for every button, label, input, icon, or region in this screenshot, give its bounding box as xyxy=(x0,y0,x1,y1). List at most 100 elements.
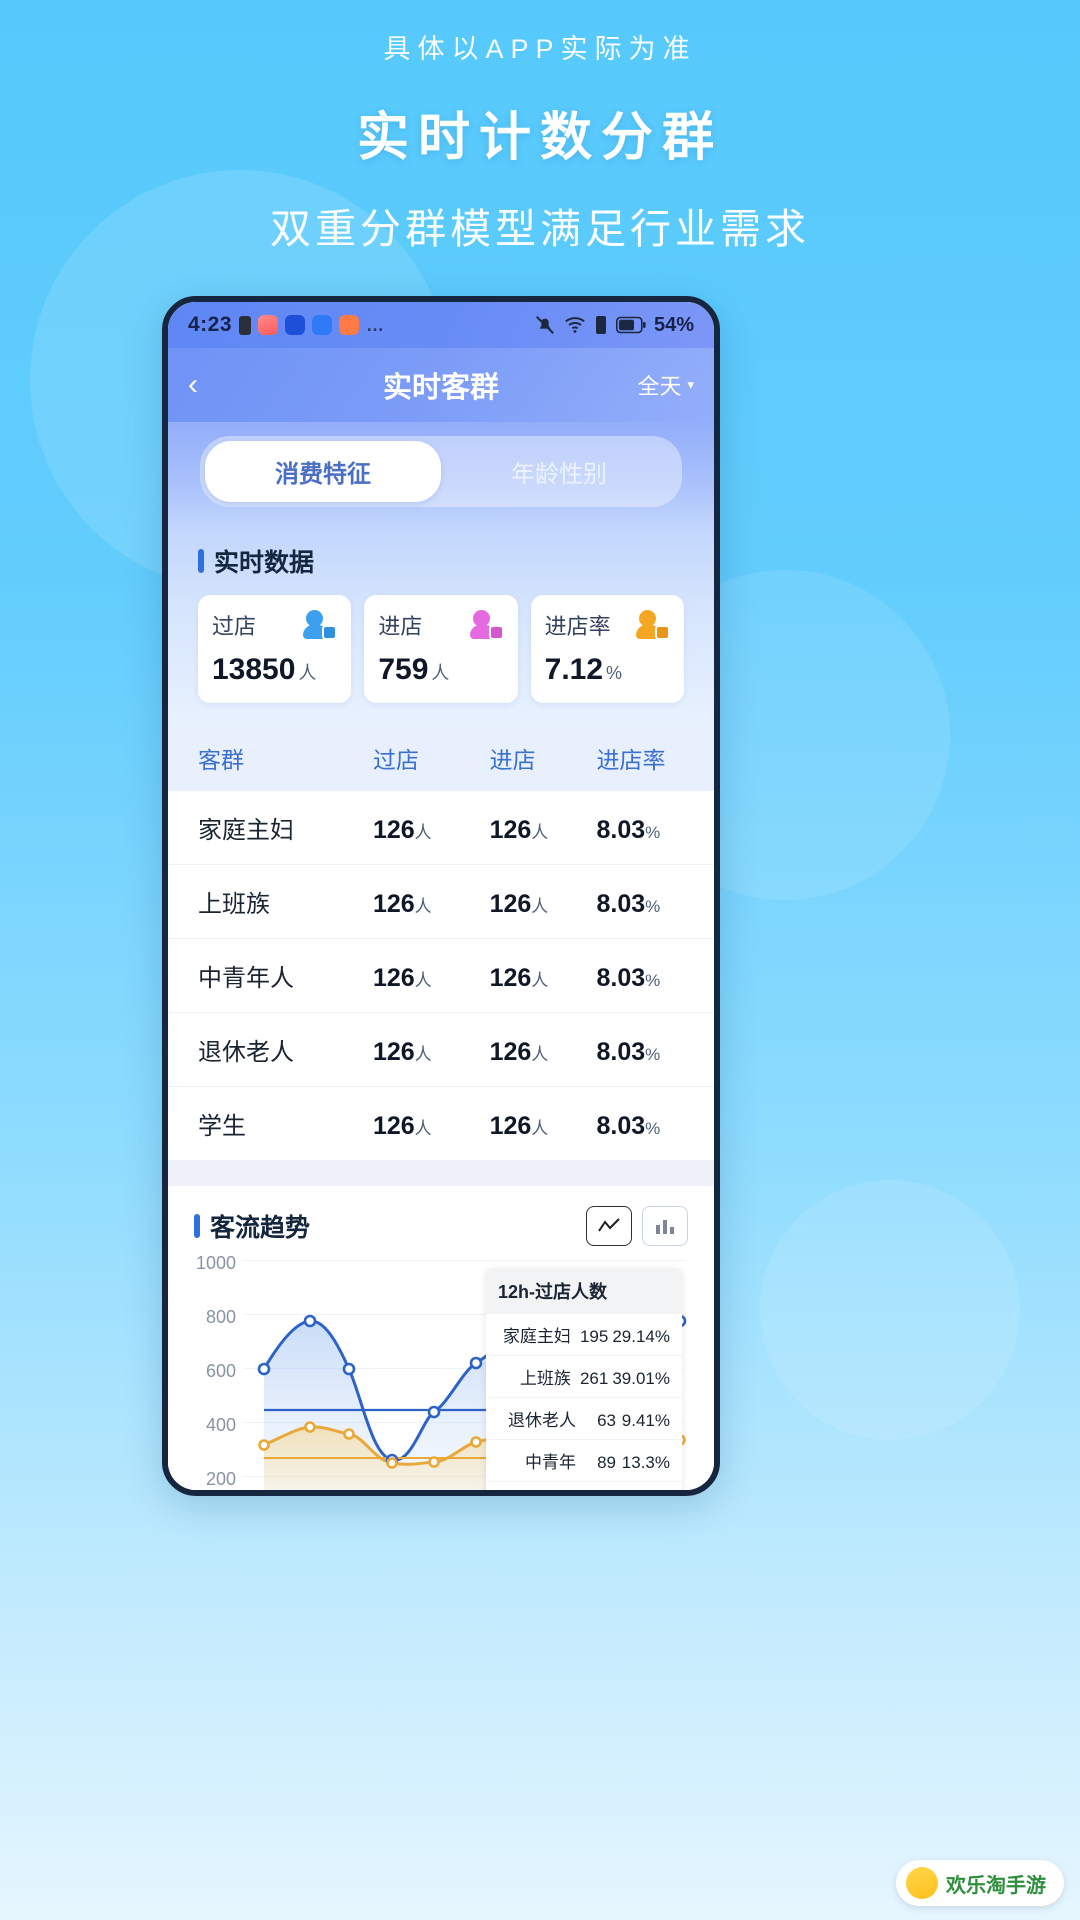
row-crowd-name: 学生 xyxy=(198,1113,246,1140)
stat-card-value: 13850 xyxy=(212,653,296,686)
stat-card-value: 7.12 xyxy=(544,653,604,686)
row-pass-unit: 人 xyxy=(414,971,432,990)
line-chart-toggle[interactable] xyxy=(586,1206,632,1246)
row-rate-value: 8.03 xyxy=(596,1112,646,1140)
row-enter-value: 126 xyxy=(489,1112,532,1140)
row-pass-unit: 人 xyxy=(414,1045,432,1064)
bar-chart-toggle[interactable] xyxy=(642,1206,688,1246)
stat-card-value: 759 xyxy=(378,653,429,686)
row-rate-value: 8.03 xyxy=(596,1038,646,1066)
realtime-section: 实时数据 过店 13850 人 进店 759 人 进店率 7.12 % xyxy=(168,529,714,725)
tab-age-gender[interactable]: 年龄性别 xyxy=(441,441,677,502)
tooltip-value: 89 xyxy=(597,1453,616,1472)
trend-header: 客流趋势 xyxy=(194,1206,688,1246)
time-range-selector[interactable]: 全天 ▾ xyxy=(637,369,694,401)
y-tick-label: 600 xyxy=(205,1361,236,1381)
y-tick-label: 200 xyxy=(205,1469,236,1489)
table-header-cell: 进店率 xyxy=(596,747,666,773)
overflow-dots-icon: … xyxy=(366,314,387,335)
tooltip-name: 中青年 xyxy=(525,1453,576,1472)
tooltip-pct: 9.41% xyxy=(621,1411,670,1430)
row-enter-value: 126 xyxy=(489,1038,532,1066)
stat-card-enter[interactable]: 进店 759 人 xyxy=(364,595,518,703)
wifi-icon xyxy=(565,317,585,333)
row-enter-value: 126 xyxy=(489,816,532,844)
row-rate-value: 8.03 xyxy=(596,816,646,844)
row-rate-value: 8.03 xyxy=(596,890,646,918)
row-rate-unit: % xyxy=(645,823,661,842)
table-row[interactable]: 中青年人 126人 126人 8.03% xyxy=(168,939,714,1013)
status-time: 4:23 xyxy=(188,313,233,336)
section-accent-bar xyxy=(194,1214,200,1238)
table-row[interactable]: 上班族 126人 126人 8.03% xyxy=(168,865,714,939)
tooltip-row: 退休老人 63 9.41% xyxy=(486,1397,682,1439)
table-row[interactable]: 学生 126人 126人 8.03% xyxy=(168,1087,714,1160)
y-tick-label: 1000 xyxy=(195,1253,236,1273)
realtime-section-header: 实时数据 xyxy=(198,543,684,579)
row-crowd-name: 家庭主妇 xyxy=(198,817,294,844)
chart-tooltip: 12h-过店人数 家庭主妇 195 29.14% 上班族 261 39.01% … xyxy=(486,1268,682,1490)
trend-section-title: 客流趋势 xyxy=(210,1214,311,1242)
stat-card-unit: 人 xyxy=(298,663,317,683)
tooltip-name: 上班族 xyxy=(519,1369,571,1388)
nav-bar: ‹ 实时客群 全天 ▾ xyxy=(168,348,714,422)
y-tick-label: 400 xyxy=(205,1415,236,1435)
row-rate-unit: % xyxy=(645,1119,661,1138)
tooltip-row: 家庭主妇 195 29.14% xyxy=(486,1313,682,1355)
row-pass-value: 126 xyxy=(372,816,415,844)
row-pass-unit: 人 xyxy=(414,1119,432,1138)
table-header-cell: 客群 xyxy=(198,747,244,773)
row-rate-unit: % xyxy=(645,897,661,916)
smiley-face-icon xyxy=(906,1867,938,1899)
trend-chart: 1000 800 600 400 200 0 xyxy=(194,1253,688,1490)
stat-card-unit: 人 xyxy=(431,663,450,683)
promo-tagline: 双重分群模型满足行业需求 xyxy=(270,206,810,252)
table-header-cell: 进店 xyxy=(489,747,536,773)
tooltip-row: 中青年 89 13.3% xyxy=(486,1439,682,1481)
tooltip-value: 195 xyxy=(579,1327,609,1346)
tooltip-value: 261 xyxy=(579,1369,609,1388)
section-divider xyxy=(168,1160,714,1186)
tooltip-pct: 39.01% xyxy=(612,1369,670,1388)
row-enter-unit: 人 xyxy=(531,823,549,842)
row-crowd-name: 中青年人 xyxy=(198,965,294,992)
tooltip-value: 63 xyxy=(597,1411,616,1430)
table-header-cell: 过店 xyxy=(372,747,419,773)
row-pass-value: 126 xyxy=(372,1112,415,1140)
tooltip-pct: 13.3% xyxy=(621,1453,670,1472)
row-pass-unit: 人 xyxy=(414,823,432,842)
trend-section: 客流趋势 1000 800 600 400 200 12h-过店人数 家庭主妇 … xyxy=(168,1186,714,1490)
bell-muted-icon xyxy=(536,316,554,334)
row-enter-value: 126 xyxy=(489,964,532,992)
battery-small-icon xyxy=(239,315,252,335)
watermark-text: 欢乐淘手游 xyxy=(946,1874,1046,1897)
time-range-label: 全天 xyxy=(637,374,682,399)
bar-chart-icon xyxy=(656,1220,674,1234)
tab-bar: 消费特征 年龄性别 xyxy=(200,436,682,507)
tooltip-name: 退休老人 xyxy=(508,1411,576,1430)
phone-screen: 4:23 … 54% ‹ 实时客群 全天 ▾ 消费特征 年龄性别 实时数据 过店… xyxy=(168,302,714,1490)
chevron-down-icon: ▾ xyxy=(687,377,694,392)
table-row[interactable]: 家庭主妇 126人 126人 8.03% xyxy=(168,791,714,865)
stat-card-pass[interactable]: 过店 13850 人 xyxy=(198,595,352,703)
stat-card-unit: % xyxy=(606,663,623,683)
tab-consumption[interactable]: 消费特征 xyxy=(205,441,441,502)
table-header-row: 客群 过店 进店 进店率 xyxy=(168,725,714,791)
battery-icon xyxy=(615,316,646,334)
row-enter-unit: 人 xyxy=(531,1119,549,1138)
watermark-badge: 欢乐淘手游 xyxy=(896,1860,1064,1906)
y-tick-label: 800 xyxy=(205,1307,236,1327)
row-enter-unit: 人 xyxy=(531,971,549,990)
table-row[interactable]: 退休老人 126人 126人 8.03% xyxy=(168,1013,714,1087)
tooltip-pct: 29.14% xyxy=(612,1327,670,1346)
back-button[interactable]: ‹ xyxy=(188,370,234,400)
tooltip-title: 12h-过店人数 xyxy=(498,1282,608,1302)
row-pass-value: 126 xyxy=(372,890,415,918)
section-accent-bar xyxy=(198,549,204,573)
stat-card-rate[interactable]: 进店率 7.12% xyxy=(530,595,684,703)
row-enter-value: 126 xyxy=(489,890,532,918)
row-enter-unit: 人 xyxy=(531,1045,549,1064)
realtime-section-title: 实时数据 xyxy=(214,549,315,577)
stat-card-list: 过店 13850 人 进店 759 人 进店率 7.12 % xyxy=(198,595,684,703)
promo-subtitle: 具体以APP实际为准 xyxy=(383,34,697,64)
